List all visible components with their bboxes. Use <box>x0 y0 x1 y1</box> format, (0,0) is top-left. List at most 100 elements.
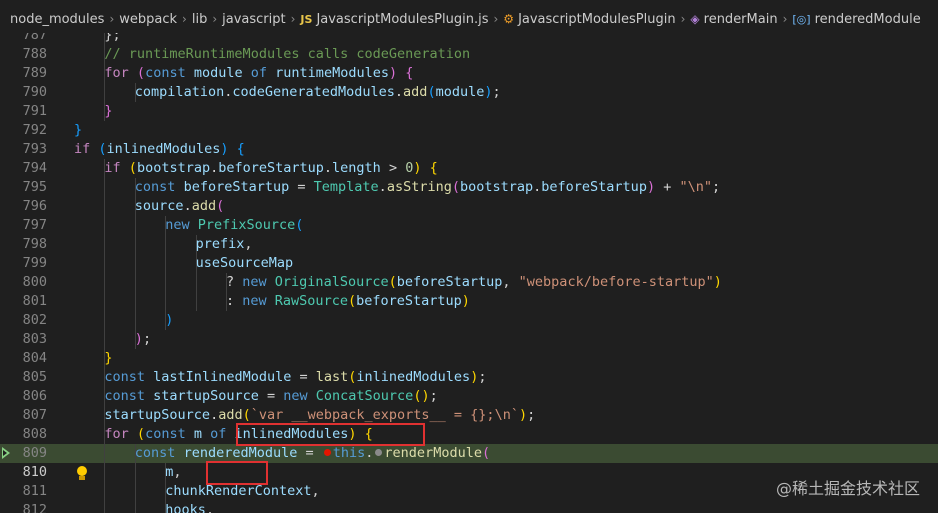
code-text[interactable]: ); <box>135 330 151 349</box>
code-token: beforeStartup <box>541 179 647 195</box>
code-line[interactable]: 795 const beforeStartup = Template.asStri… <box>0 178 938 197</box>
breadcrumb-label: webpack <box>119 11 178 27</box>
code-line[interactable]: 799 useSourceMap <box>0 254 938 273</box>
code-line[interactable]: 793 if (inlinedModules) { <box>0 140 938 159</box>
code-token: ( <box>481 445 491 461</box>
code-line[interactable]: 791} <box>0 102 938 121</box>
code-token: { <box>429 160 438 176</box>
indent-guide <box>104 444 106 463</box>
line-number: 808 <box>22 426 47 442</box>
code-token: if <box>74 141 91 157</box>
breadcrumb-item[interactable]: javascript <box>222 12 285 27</box>
code-text[interactable]: if (inlinedModules) { <box>74 140 245 159</box>
code-line[interactable]: 792} <box>0 121 938 140</box>
code-token: bootstrap <box>136 160 211 176</box>
indent-guide <box>134 311 136 330</box>
indent-guide <box>165 235 167 254</box>
code-line[interactable]: 802) <box>0 311 938 330</box>
line-number: 801 <box>22 293 47 309</box>
code-text[interactable]: const startupSource = new ConcatSource()… <box>104 387 437 406</box>
code-line[interactable]: 798 prefix, <box>0 235 938 254</box>
code-line[interactable]: 806 const startupSource = new ConcatSourc… <box>0 387 938 406</box>
code-token: ( <box>136 65 146 81</box>
code-line[interactable]: 796 source.add( <box>0 197 938 216</box>
code-text[interactable]: compilation.codeGeneratedModules.add(mod… <box>135 83 501 102</box>
code-token: runtimeModules <box>275 65 389 81</box>
code-text[interactable]: ? new OriginalSource(beforeStartup, "web… <box>226 273 722 292</box>
code-line[interactable]: 789 for (const module of runtimeModules) … <box>0 64 938 83</box>
code-line[interactable]: 809 const renderedModule = this. renderMod… <box>0 444 938 463</box>
code-text[interactable]: source.add( <box>135 197 224 216</box>
code-text[interactable]: // runtimeRuntimeModules calls codeGener… <box>104 45 470 64</box>
code-text[interactable]: if (bootstrap.beforeStartup.length > 0) … <box>104 159 437 178</box>
code-token: beforeStartup <box>218 160 324 176</box>
breadcrumb-item[interactable]: ⚙ JavascriptModulesPlugin <box>503 12 675 27</box>
breadcrumb-item[interactable]: webpack <box>119 12 177 27</box>
indent-guide <box>134 254 136 273</box>
code-token: } <box>104 103 113 119</box>
watermark: @稀土掘金技术社区 <box>775 479 920 498</box>
code-token: inlinedModules <box>356 369 471 385</box>
code-line[interactable]: 788 // runtimeRuntimeModules calls codeGe… <box>0 45 938 64</box>
code-text[interactable]: const lastInlinedModule = last(inlinedMo… <box>104 368 486 387</box>
code-token: hooks <box>165 502 206 513</box>
code-text[interactable]: useSourceMap <box>196 254 294 273</box>
code-line[interactable]: 800? new OriginalSource(beforeStartup, "… <box>0 273 938 292</box>
code-text[interactable]: const renderedModule = this. renderModule… <box>135 444 490 463</box>
code-text[interactable]: const beforeStartup = Template.asString(… <box>135 178 720 197</box>
code-text[interactable]: }; <box>104 33 120 45</box>
breadcrumb-item[interactable]: JS JavascriptModulesPlugin.js <box>300 12 488 27</box>
code-line[interactable]: 807 startupSource.add(`var __webpack_expo… <box>0 406 938 425</box>
code-text[interactable]: m, <box>165 463 181 482</box>
code-line[interactable]: 794 if (bootstrap.beforeStartup.length > … <box>0 159 938 178</box>
code-text[interactable]: for (const module of runtimeModules) { <box>104 64 413 83</box>
breadcrumb-label: renderedModule <box>814 11 921 27</box>
code-line[interactable]: 803); <box>0 330 938 349</box>
code-token: // runtimeRuntimeModules calls codeGener… <box>104 46 471 62</box>
code-line[interactable]: 801 : new RawSource(beforeStartup) <box>0 292 938 311</box>
breadcrumb-item[interactable]: node_modules <box>10 12 104 27</box>
code-text[interactable]: new PrefixSource( <box>165 216 303 235</box>
code-token: , <box>244 236 253 252</box>
code-token: beforeStartup <box>396 274 503 290</box>
inline-breakpoint-icon[interactable] <box>323 448 331 456</box>
debug-current-line-icon[interactable] <box>2 447 10 459</box>
code-line[interactable]: 790 compilation.codeGeneratedModules.add(… <box>0 83 938 102</box>
breadcrumb-item[interactable]: lib <box>192 12 207 27</box>
code-token: new <box>242 274 267 290</box>
code-text[interactable]: } <box>104 349 112 368</box>
code-token: new <box>283 388 308 404</box>
code-text[interactable]: } <box>74 121 82 140</box>
breadcrumb-item[interactable]: [◎] renderedModule <box>792 12 920 27</box>
code-editor[interactable]: 787}; 788// runtimeRuntimeModules calls c… <box>0 33 938 513</box>
code-token: asString <box>386 179 452 195</box>
code-line[interactable]: 812 hooks, <box>0 501 938 513</box>
code-token: new <box>165 217 190 233</box>
code-text[interactable]: } <box>104 102 112 121</box>
code-token: of <box>210 426 227 442</box>
code-line[interactable]: 804} <box>0 349 938 368</box>
line-number: 807 <box>22 407 47 423</box>
code-text[interactable]: ) <box>165 311 173 330</box>
code-text[interactable]: : new RawSource(beforeStartup) <box>226 292 470 311</box>
breadcrumb-label: JavascriptModulesPlugin.js <box>316 11 489 27</box>
code-line[interactable]: 797 new PrefixSource( <box>0 216 938 235</box>
code-text[interactable]: prefix, <box>196 235 253 254</box>
code-text[interactable]: hooks, <box>165 501 214 513</box>
code-line[interactable]: 805 const lastInlinedModule = last(inline… <box>0 368 938 387</box>
code-line[interactable]: 808 for (const m of inlinedModules) { <box>0 425 938 444</box>
code-token: ( <box>128 160 137 176</box>
lightbulb-icon[interactable] <box>77 466 87 476</box>
code-token: ? <box>226 274 243 290</box>
indent-guide <box>104 83 106 102</box>
line-number: 798 <box>22 236 47 252</box>
inline-breakpoint-hint-icon[interactable] <box>375 448 383 456</box>
breadcrumb-item[interactable]: ◈ renderMain <box>690 12 777 27</box>
code-line[interactable]: 787}; <box>0 33 938 45</box>
code-token: ( <box>242 407 251 423</box>
lightbulb-base <box>79 476 85 480</box>
code-token: ConcatSource <box>315 388 414 404</box>
